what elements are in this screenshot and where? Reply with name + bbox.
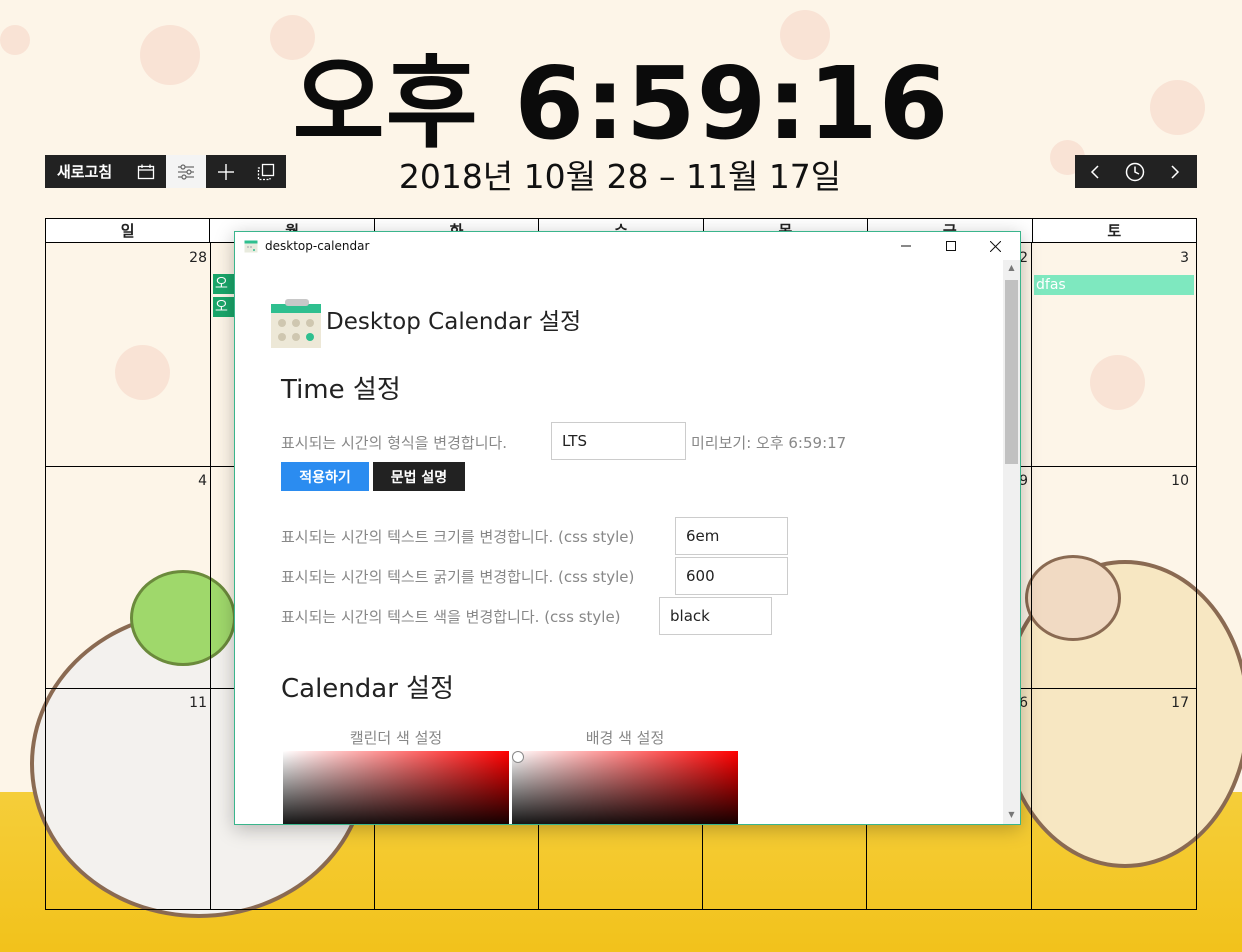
grid-line: [210, 243, 211, 910]
copy-window-icon[interactable]: [246, 155, 286, 188]
scroll-down-icon[interactable]: ▼: [1003, 810, 1020, 819]
calendar-event[interactable]: dfas: [1034, 275, 1194, 295]
day-number[interactable]: 10: [1149, 473, 1189, 489]
nav-controls: [1075, 155, 1197, 188]
calendar-icon[interactable]: [126, 155, 166, 188]
time-section-title: Time 설정: [281, 375, 401, 405]
calendar-section-title: Calendar 설정: [281, 674, 455, 704]
window-titlebar[interactable]: desktop-calendar: [235, 232, 1020, 260]
apply-button[interactable]: 적용하기: [281, 462, 369, 491]
settings-heading: Desktop Calendar 설정: [326, 309, 582, 335]
chevron-left-icon[interactable]: [1075, 155, 1115, 188]
grid-line: [45, 909, 1197, 910]
size-label: 표시되는 시간의 텍스트 크기를 변경합니다. (css style): [281, 528, 635, 546]
settings-window: desktop-calendar Desktop Calendar 설정 Tim…: [234, 231, 1021, 825]
weight-input[interactable]: [675, 557, 788, 595]
weekday-sat: 토: [1031, 218, 1197, 243]
color-label: 표시되는 시간의 텍스트 색을 변경합니다. (css style): [281, 608, 621, 626]
calendar-color-picker[interactable]: [283, 751, 509, 824]
settings-sliders-icon[interactable]: [166, 155, 207, 188]
add-icon[interactable]: [206, 155, 246, 188]
day-number[interactable]: 4: [167, 473, 207, 489]
format-label: 표시되는 시간의 형식을 변경합니다.: [281, 434, 508, 452]
picker-handle[interactable]: [512, 751, 524, 763]
day-number[interactable]: 3: [1149, 250, 1189, 266]
syntax-help-button[interactable]: 문법 설명: [373, 462, 465, 491]
scrollbar[interactable]: ▲ ▼: [1003, 260, 1020, 824]
refresh-button[interactable]: 새로고침: [45, 155, 126, 188]
format-input[interactable]: [551, 422, 686, 460]
size-input[interactable]: [675, 517, 788, 555]
preview-label: 미리보기: 오후 6:59:17: [691, 434, 847, 452]
grid-line: [1196, 243, 1197, 910]
settings-content: Desktop Calendar 설정 Time 설정 표시되는 시간의 형식을…: [235, 260, 1003, 824]
app-icon: [244, 240, 258, 253]
maximize-icon[interactable]: [928, 232, 973, 260]
clock-icon[interactable]: [1115, 155, 1155, 188]
color-input[interactable]: [659, 597, 772, 635]
background-color-label: 배경 색 설정: [585, 729, 665, 747]
date-range-title: 2018년 10월 28 – 11월 17일: [398, 157, 842, 196]
background-color-picker[interactable]: [512, 751, 738, 824]
scroll-up-icon[interactable]: ▲: [1003, 263, 1020, 272]
day-number[interactable]: 28: [167, 250, 207, 266]
weight-label: 표시되는 시간의 텍스트 굵기를 변경합니다. (css style): [281, 568, 635, 586]
weekday-sun: 일: [45, 218, 210, 243]
day-number[interactable]: 17: [1149, 695, 1189, 711]
toolbar: 새로고침: [45, 155, 287, 188]
calendar-color-label: 캘린더 색 설정: [349, 729, 443, 747]
grid-line: [45, 243, 46, 910]
desktop-calendar-logo: [271, 299, 321, 348]
minimize-icon[interactable]: [883, 232, 928, 260]
window-title: desktop-calendar: [265, 239, 370, 253]
close-icon[interactable]: [973, 232, 1018, 260]
chevron-right-icon[interactable]: [1155, 155, 1195, 188]
day-number[interactable]: 11: [167, 695, 207, 711]
grid-line: [1031, 243, 1032, 910]
scrollbar-thumb[interactable]: [1005, 280, 1018, 464]
clock-time: 오후 6:59:16: [292, 45, 950, 162]
